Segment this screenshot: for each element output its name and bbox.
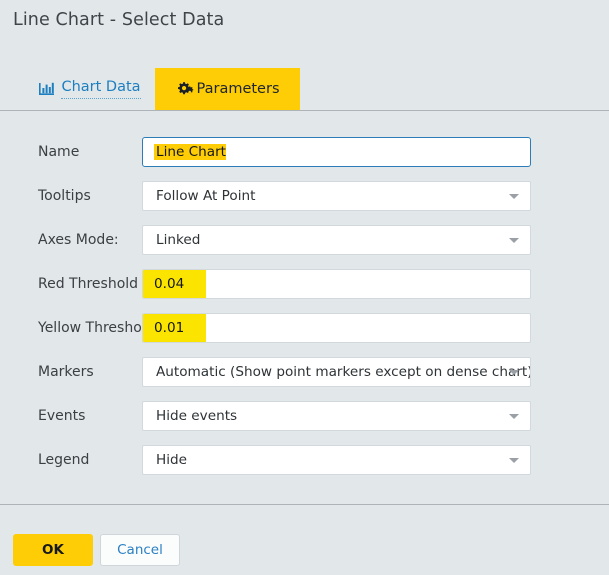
axes-mode-select[interactable]: Linked <box>142 225 531 255</box>
ok-button[interactable]: OK <box>13 534 93 566</box>
red-threshold-input-value: 0.04 <box>143 270 207 298</box>
name-input-value: Line Chart <box>154 144 227 160</box>
markers-select-value: Automatic (Show point markers except on … <box>156 364 531 380</box>
label-events: Events <box>38 408 86 424</box>
yellow-threshold-input[interactable]: 0.01 <box>142 313 531 343</box>
label-markers: Markers <box>38 364 94 380</box>
gears-icon <box>176 81 195 97</box>
markers-select[interactable]: Automatic (Show point markers except on … <box>142 357 531 387</box>
form-row-events: Events Hide events <box>0 394 609 438</box>
chevron-down-icon[interactable] <box>509 238 519 243</box>
legend-select[interactable]: Hide <box>142 445 531 475</box>
events-select-value: Hide events <box>156 408 238 424</box>
chevron-down-icon[interactable] <box>509 370 519 375</box>
label-axes-mode: Axes Mode: <box>38 232 119 248</box>
form-row-legend: Legend Hide <box>0 438 609 482</box>
tab-parameters-label: Parameters <box>196 80 280 97</box>
yellow-threshold-input-value: 0.01 <box>143 314 207 342</box>
label-tooltips: Tooltips <box>38 188 91 204</box>
form-row-yellow-threshold: Yellow Threshold 0.01 <box>0 306 609 350</box>
label-name: Name <box>38 144 80 160</box>
dialog-footer: OK Cancel <box>0 533 609 567</box>
form-row-red-threshold: Red Threshold 0.04 <box>0 262 609 306</box>
form-row-axes-mode: Axes Mode: Linked <box>0 218 609 262</box>
footer-divider <box>0 504 609 505</box>
tooltips-select[interactable]: Follow At Point <box>142 181 531 211</box>
name-input[interactable]: Line Chart <box>142 137 531 167</box>
events-select[interactable]: Hide events <box>142 401 531 431</box>
label-yellow-threshold: Yellow Threshold <box>38 320 155 336</box>
axes-mode-select-value: Linked <box>156 232 201 248</box>
label-red-threshold: Red Threshold <box>38 276 139 292</box>
chevron-down-icon[interactable] <box>509 414 519 419</box>
chevron-down-icon[interactable] <box>509 458 519 463</box>
tab-strip: Chart Data Parameters <box>0 68 609 111</box>
chevron-down-icon[interactable] <box>509 194 519 199</box>
form-row-name: Name Line Chart <box>0 130 609 174</box>
tab-chart-data[interactable]: Chart Data <box>25 68 155 110</box>
form-row-markers: Markers Automatic (Show point markers ex… <box>0 350 609 394</box>
dialog-title: Line Chart - Select Data <box>13 10 225 30</box>
bar-chart-icon <box>39 82 55 96</box>
tab-parameters[interactable]: Parameters <box>155 68 300 110</box>
tabs-divider <box>0 110 609 111</box>
legend-select-value: Hide <box>156 452 187 468</box>
label-legend: Legend <box>38 452 90 468</box>
cancel-button[interactable]: Cancel <box>100 534 180 566</box>
tooltips-select-value: Follow At Point <box>156 188 256 204</box>
tab-chart-data-label: Chart Data <box>61 79 141 99</box>
form-row-tooltips: Tooltips Follow At Point <box>0 174 609 218</box>
red-threshold-input[interactable]: 0.04 <box>142 269 531 299</box>
parameters-form: Name Line Chart Tooltips Follow At Point… <box>0 130 609 482</box>
